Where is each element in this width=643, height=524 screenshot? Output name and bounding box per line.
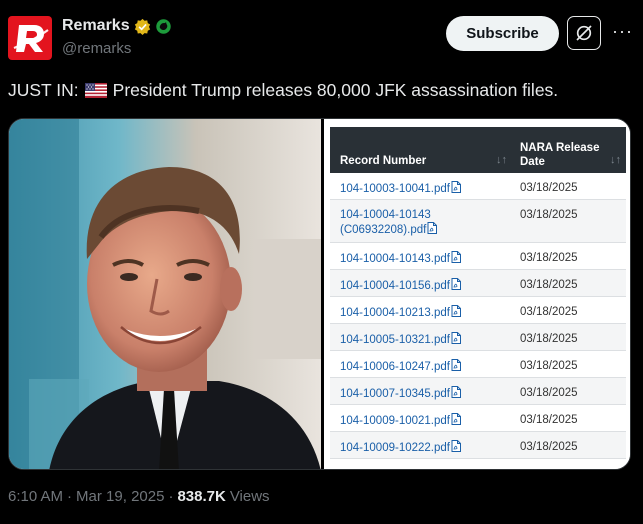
release-date: 03/18/2025 — [520, 279, 578, 291]
grok-button[interactable] — [567, 16, 601, 50]
release-date: 03/18/2025 — [520, 360, 578, 372]
pdf-file-icon — [451, 332, 461, 344]
pdf-file-icon — [451, 251, 461, 263]
separator: · — [67, 488, 73, 505]
record-link[interactable]: 104-10009-10222.pdf — [340, 440, 500, 455]
record-link[interactable]: 104-10004-10156.pdf — [340, 278, 500, 293]
post-time[interactable]: 6:10 AM — [8, 488, 63, 505]
release-date: 03/18/2025 — [520, 387, 578, 399]
pdf-file-icon — [451, 413, 461, 425]
release-date: 03/18/2025 — [520, 252, 578, 264]
record-link[interactable]: 104-10004-10143 (C06932208).pdf — [340, 208, 500, 237]
col-record-number: Record Number — [340, 155, 427, 167]
pdf-file-icon — [451, 440, 461, 452]
table-row: 104-10007-10345.pdf 03/18/2025 — [330, 378, 626, 405]
table-row: 104-10003-10041.pdf 03/18/2025 — [330, 173, 626, 200]
pdf-file-icon — [451, 359, 461, 371]
table-row: 104-10004-10156.pdf 03/18/2025 — [330, 270, 626, 297]
table-row: 104-10004-10213.pdf 03/18/2025 — [330, 297, 626, 324]
name-row: Remarks — [62, 17, 172, 35]
release-date: 03/18/2025 — [520, 209, 578, 221]
col-release-date: NARA Release Date — [520, 142, 600, 168]
release-date: 03/18/2025 — [520, 441, 578, 453]
us-flag-icon — [84, 82, 107, 98]
release-date: 03/18/2025 — [520, 182, 578, 194]
affiliate-badge-icon[interactable] — [155, 18, 172, 35]
record-link[interactable]: 104-10003-10041.pdf — [340, 181, 500, 196]
remarks-r-logo-icon — [10, 18, 50, 58]
more-options-button[interactable]: ··· — [612, 22, 633, 40]
record-link[interactable]: 104-10007-10345.pdf — [340, 386, 500, 401]
portrait-illustration — [9, 119, 321, 469]
tweet-text: JUST IN: President Trump releases 80,000… — [8, 78, 633, 102]
verified-gold-badge-icon — [134, 18, 150, 35]
avatar[interactable] — [8, 16, 52, 60]
record-link[interactable]: 104-10004-10213.pdf — [340, 305, 500, 320]
views-label: Views — [229, 488, 270, 505]
views-count: 838.7K — [177, 488, 226, 505]
grok-icon — [576, 25, 592, 41]
record-link[interactable]: 104-10006-10247.pdf — [340, 359, 500, 374]
table-row: 104-10006-10247.pdf 03/18/2025 — [330, 351, 626, 378]
jfk-portrait-photo[interactable] — [9, 119, 321, 469]
table-row: 104-10004-10143 (C06932208).pdf 03/18/202… — [330, 200, 626, 243]
pdf-file-icon — [451, 305, 461, 317]
pdf-file-icon — [451, 386, 461, 398]
pdf-file-icon — [427, 222, 438, 234]
release-date: 03/18/2025 — [520, 306, 578, 318]
display-name[interactable]: Remarks — [62, 17, 130, 35]
table-header: Record Number ↓↑ NARA Release Date ↓↑ — [330, 127, 626, 173]
subscribe-button[interactable]: Subscribe — [446, 16, 559, 51]
separator: · — [168, 488, 174, 505]
post-date[interactable]: Mar 19, 2025 — [76, 488, 164, 505]
tweet-media[interactable]: Record Number ↓↑ NARA Release Date ↓↑ 10… — [8, 118, 631, 470]
release-date: 03/18/2025 — [520, 414, 578, 426]
table-row: 104-10009-10021.pdf 03/18/2025 — [330, 405, 626, 432]
record-link[interactable]: 104-10004-10143.pdf — [340, 251, 500, 266]
tweet-prefix: JUST IN: — [8, 80, 79, 100]
user-handle[interactable]: @remarks — [62, 40, 131, 57]
table-row: 104-10005-10321.pdf 03/18/2025 — [330, 324, 626, 351]
tweet-header: Remarks @remarks Subscribe ··· — [0, 0, 643, 70]
record-table: 104-10003-10041.pdf 03/18/2025 104-10004-1… — [330, 173, 626, 459]
table-row: 104-10009-10222.pdf 03/18/2025 — [330, 432, 626, 459]
tweet-footer: 6:10 AM · Mar 19, 2025 · 838.7K Views — [8, 488, 270, 505]
pdf-file-icon — [451, 278, 461, 290]
document-screenshot[interactable]: Record Number ↓↑ NARA Release Date ↓↑ 10… — [324, 119, 630, 469]
sort-icon: ↓↑ — [496, 154, 507, 166]
release-date: 03/18/2025 — [520, 333, 578, 345]
tweet-body: President Trump releases 80,000 JFK assa… — [112, 80, 559, 100]
sort-icon: ↓↑ — [610, 154, 621, 166]
record-link[interactable]: 104-10005-10321.pdf — [340, 332, 500, 347]
pdf-file-icon — [451, 181, 461, 193]
record-link[interactable]: 104-10009-10021.pdf — [340, 413, 500, 428]
table-row: 104-10004-10143.pdf 03/18/2025 — [330, 243, 626, 270]
